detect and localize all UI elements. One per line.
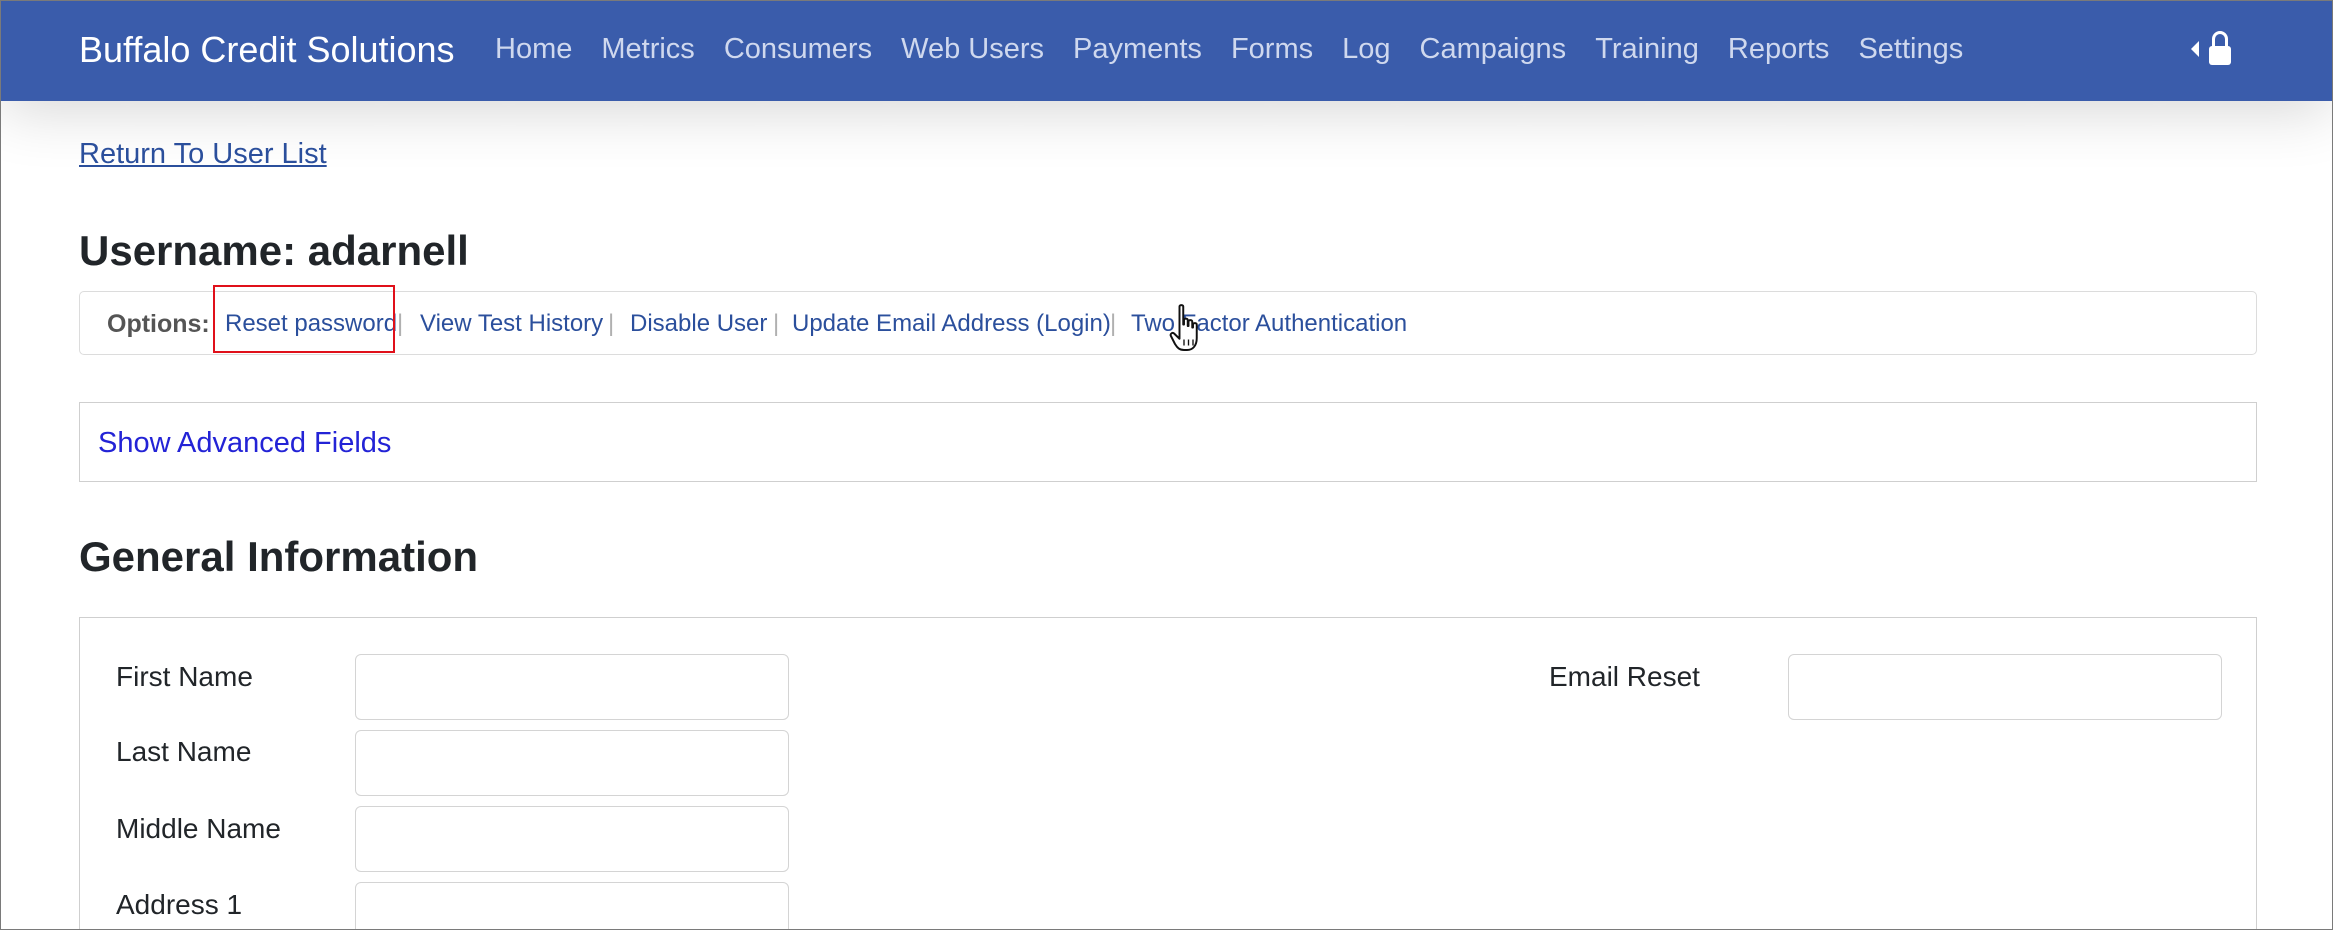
nav-item-forms[interactable]: Forms xyxy=(1231,33,1313,66)
options-separator: | xyxy=(397,310,404,337)
caret-left-icon xyxy=(2191,41,2199,57)
page-title: Username: adarnell xyxy=(79,227,469,274)
general-information-heading: General Information xyxy=(79,533,479,580)
nav-item-campaigns[interactable]: Campaigns xyxy=(1420,33,1567,66)
email-reset-field[interactable] xyxy=(1788,654,2222,720)
top-navbar: Buffalo Credit Solutions Home Metrics Co… xyxy=(1,1,2332,101)
nav-item-log[interactable]: Log xyxy=(1342,33,1390,66)
nav-item-home[interactable]: Home xyxy=(495,33,572,66)
general-information-form: First Name Last Name Middle Name Address… xyxy=(79,617,2257,929)
options-separator: | xyxy=(773,310,780,337)
disable-user-link[interactable]: Disable User xyxy=(630,310,767,338)
address-1-field[interactable] xyxy=(355,882,789,929)
reset-password-link[interactable]: Reset password xyxy=(225,310,397,338)
last-name-label: Last Name xyxy=(116,736,252,767)
two-factor-authentication-link[interactable]: Two Factor Authentication xyxy=(1131,310,1407,338)
address-1-label: Address 1 xyxy=(116,889,243,920)
brand-name[interactable]: Buffalo Credit Solutions xyxy=(79,29,455,71)
middle-name-label: Middle Name xyxy=(116,813,281,844)
options-separator: | xyxy=(608,310,615,337)
nav-item-consumers[interactable]: Consumers xyxy=(724,33,872,66)
return-to-user-list-link[interactable]: Return To User List xyxy=(79,138,327,171)
nav-item-payments[interactable]: Payments xyxy=(1073,33,1202,66)
show-advanced-fields-link[interactable]: Show Advanced Fields xyxy=(98,427,391,460)
first-name-field[interactable] xyxy=(355,654,789,720)
update-email-address-link[interactable]: Update Email Address (Login) xyxy=(792,310,1111,338)
options-separator: | xyxy=(1110,310,1117,337)
first-name-label: First Name xyxy=(116,661,253,692)
account-menu-toggle[interactable] xyxy=(2191,31,2231,67)
email-reset-label: Email Reset xyxy=(1549,661,1700,692)
nav-item-web-users[interactable]: Web Users xyxy=(901,33,1044,66)
view-test-history-link[interactable]: View Test History xyxy=(420,310,603,338)
last-name-field[interactable] xyxy=(355,730,789,796)
advanced-fields-panel: Show Advanced Fields xyxy=(79,402,2257,482)
nav-item-settings[interactable]: Settings xyxy=(1858,33,1963,66)
nav-item-metrics[interactable]: Metrics xyxy=(601,33,694,66)
middle-name-field[interactable] xyxy=(355,806,789,872)
app-window: Buffalo Credit Solutions Home Metrics Co… xyxy=(0,0,2333,930)
nav-item-reports[interactable]: Reports xyxy=(1728,33,1830,66)
nav-item-training[interactable]: Training xyxy=(1595,33,1699,66)
lock-icon xyxy=(2209,31,2231,67)
nav-menu: Home Metrics Consumers Web Users Payment… xyxy=(495,33,1992,66)
options-bar: Options: Reset password | View Test Hist… xyxy=(79,291,2257,355)
options-label: Options: xyxy=(107,310,210,338)
